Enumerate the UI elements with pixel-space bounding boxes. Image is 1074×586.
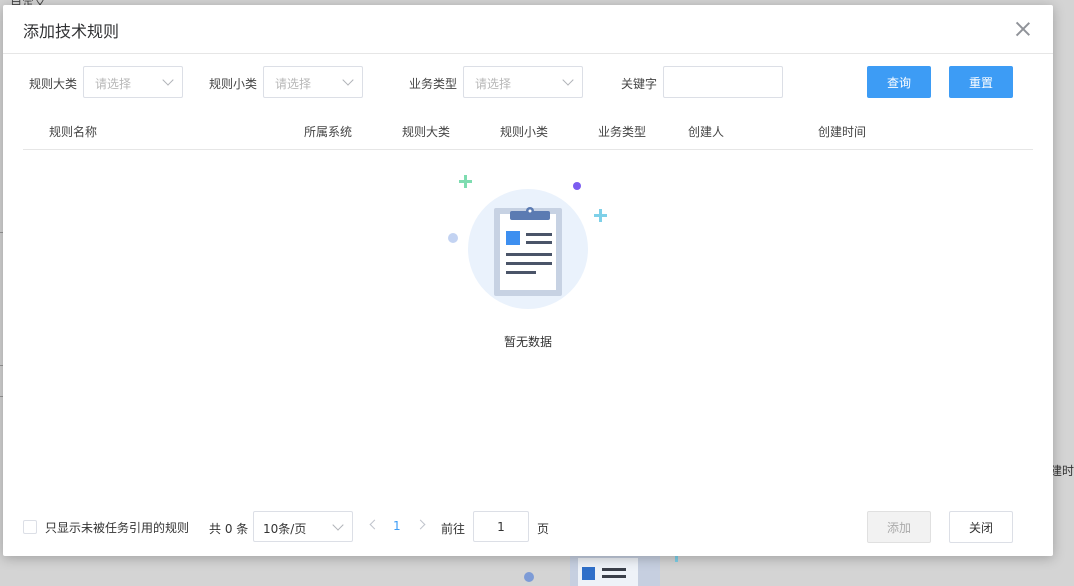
dialog-header: 添加技术规则 [3, 5, 1053, 54]
chevron-down-icon [162, 74, 174, 86]
add-button[interactable]: 添加 [867, 511, 931, 543]
rule-major-placeholder: 请选择 [95, 77, 132, 91]
page-size-value: 10条/页 [263, 522, 307, 536]
rule-major-label: 规则大类 [29, 77, 78, 91]
rule-major-select[interactable]: 请选择 [83, 66, 183, 98]
only-unreferenced-label[interactable]: 只显示未被任务引用的规则 [45, 519, 189, 536]
biz-type-select[interactable]: 请选择 [463, 66, 583, 98]
chevron-down-icon [342, 74, 354, 86]
rule-minor-placeholder: 请选择 [275, 77, 312, 91]
column-rule-name: 规则名称 [49, 125, 98, 139]
only-unreferenced-checkbox[interactable] [23, 520, 37, 534]
biz-type-placeholder: 请选择 [475, 77, 512, 91]
column-rule-major: 规则大类 [402, 125, 451, 139]
close-icon[interactable] [1013, 19, 1033, 39]
page-size-select[interactable]: 10条/页 [253, 511, 353, 542]
empty-text: 暂无数据 [503, 335, 552, 349]
rule-minor-label: 规则小类 [209, 77, 258, 91]
biz-type-label: 业务类型 [409, 77, 458, 91]
close-button[interactable]: 关闭 [949, 511, 1013, 543]
chevron-left-icon[interactable] [369, 519, 380, 530]
column-biz-type: 业务类型 [598, 125, 647, 139]
total-count: 共 0 条 [209, 522, 249, 536]
keyword-input[interactable] [663, 66, 783, 98]
column-rule-minor: 规则小类 [500, 125, 549, 139]
rule-minor-select[interactable]: 请选择 [263, 66, 363, 98]
reset-button[interactable]: 重置 [949, 66, 1013, 98]
background-empty-illustration [524, 556, 678, 586]
column-creator: 创建人 [688, 125, 725, 139]
dialog-title: 添加技术规则 [23, 22, 120, 41]
page-number-current[interactable]: 1 [393, 519, 401, 533]
column-system: 所属系统 [304, 125, 353, 139]
empty-clipboard-icon [448, 175, 607, 309]
chevron-down-icon [332, 519, 344, 531]
goto-label: 前往 [441, 522, 466, 536]
chevron-down-icon [562, 74, 574, 86]
chevron-right-icon[interactable] [415, 519, 426, 530]
keyword-label: 关键字 [621, 77, 658, 91]
column-created-time: 创建时间 [818, 125, 867, 139]
goto-page-input[interactable] [473, 511, 529, 542]
search-button[interactable]: 查询 [867, 66, 931, 98]
goto-unit: 页 [537, 522, 550, 536]
add-tech-rule-dialog: 添加技术规则 规则大类 请选择 规则小类 请选择 业务类型 请选择 关键字 查询… [3, 5, 1053, 556]
rule-table-header: 规则名称 所属系统 规则大类 规则小类 业务类型 创建人 创建时间 [23, 115, 1033, 150]
